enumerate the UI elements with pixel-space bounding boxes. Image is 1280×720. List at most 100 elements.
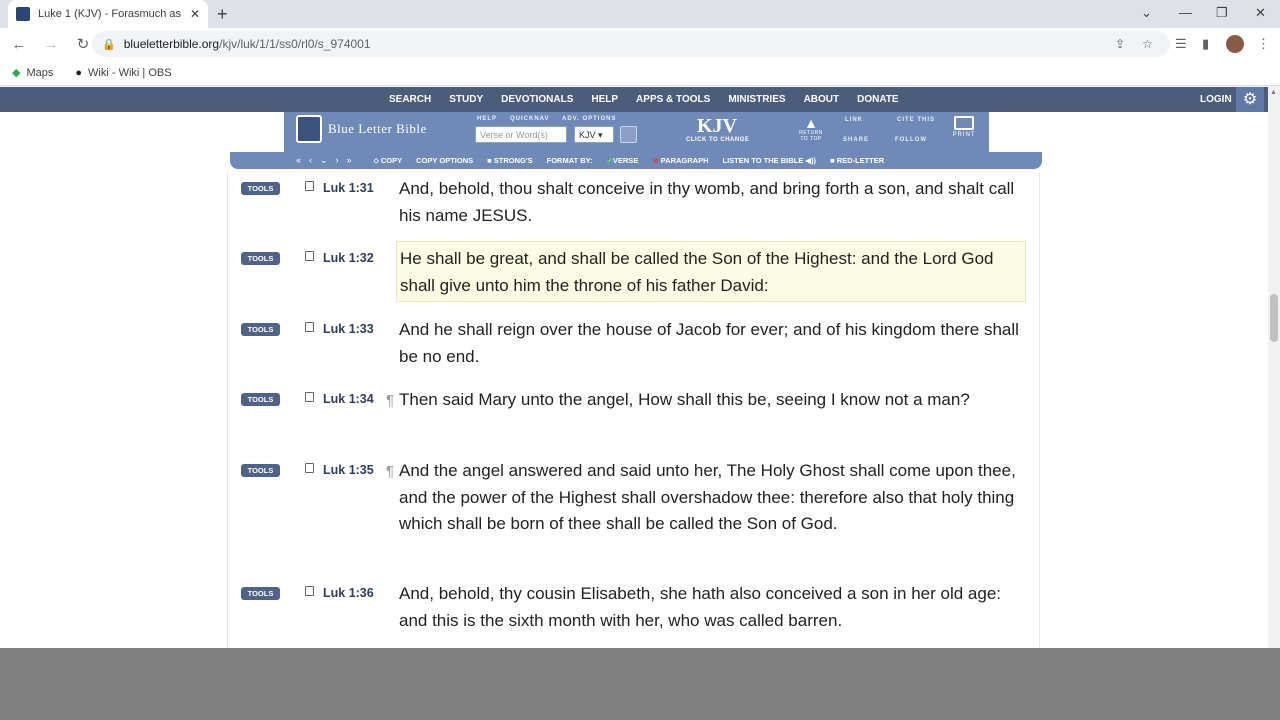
bookmark-wiki[interactable]: ● Wiki - Wiki | OBS — [75, 67, 171, 79]
return-to-top-label: RETURN TO TOP — [799, 130, 823, 142]
verse-reference[interactable]: Luk 1:33 — [323, 322, 374, 336]
menu-help[interactable]: HELP — [591, 94, 618, 105]
minimize-icon[interactable]: — — [1179, 5, 1192, 20]
bible-book-icon — [296, 115, 322, 143]
version-select-value: KJV — [579, 130, 596, 140]
browser-toolbar: ← → ↻ 🔒 blueletterbible.org/kjv/luk/1/1/… — [0, 28, 1280, 60]
profile-avatar[interactable] — [1226, 35, 1244, 53]
verse-reference[interactable]: Luk 1:31 — [323, 181, 374, 195]
format-verse-option[interactable]: ✔VERSE — [607, 156, 639, 165]
browser-tab[interactable]: Luke 1 (KJV) - Forasmuch as many ✕ — [8, 0, 208, 28]
share-button[interactable]: SHARE — [843, 137, 869, 143]
version-title[interactable]: KJV — [697, 115, 737, 138]
menu-ministries[interactable]: MINISTRIES — [728, 94, 785, 105]
copy-verse-icon[interactable] — [305, 181, 314, 191]
copy-options-button[interactable]: COPY OPTIONS — [416, 156, 473, 165]
not-selected-icon: ⊘ — [652, 156, 659, 165]
copy-button[interactable]: ⬦ COPY — [374, 156, 403, 166]
verse-reference[interactable]: Luk 1:32 — [323, 251, 374, 265]
copy-label: COPY — [380, 155, 403, 165]
up-arrow-icon: ▲ — [804, 115, 818, 131]
copy-verse-icon[interactable] — [305, 463, 314, 473]
share-page-icon[interactable]: ⇪ — [1115, 37, 1125, 51]
logo-text: Blue Letter Bible — [328, 121, 427, 136]
side-panel-icon[interactable]: ▮ — [1202, 36, 1209, 52]
forward-icon[interactable]: → — [38, 36, 64, 53]
chapter-nav-arrows[interactable]: «‹⌄›» — [296, 155, 360, 166]
menu-about[interactable]: ABOUT — [804, 94, 840, 105]
tab-strip: Luke 1 (KJV) - Forasmuch as many ✕ + ⌄ —… — [0, 0, 1280, 28]
tools-button[interactable]: TOOLS — [241, 252, 280, 265]
close-window-icon[interactable]: ✕ — [1255, 5, 1266, 21]
menu-apps-tools[interactable]: APPS & TOOLS — [636, 94, 710, 105]
cite-this-button[interactable]: CITE THIS — [897, 117, 935, 123]
adv-options-link[interactable]: ADV. OPTIONS — [562, 116, 616, 122]
pilcrow-icon: ¶ — [386, 392, 395, 409]
lock-icon[interactable]: 🔒 — [102, 38, 116, 51]
address-bar[interactable]: 🔒 blueletterbible.org/kjv/luk/1/1/ss0/rl… — [92, 31, 1170, 57]
menu-devotionals[interactable]: DEVOTIONALS — [501, 94, 573, 105]
copy-verse-icon[interactable] — [305, 322, 314, 332]
menu-search[interactable]: SEARCH — [389, 94, 431, 105]
bookmark-label: Wiki - Wiki | OBS — [88, 66, 172, 79]
settings-gear-icon[interactable]: ⚙ — [1236, 87, 1264, 112]
format-paragraph-option[interactable]: ⊘ PARAGRAPH — [652, 156, 708, 165]
url-text: blueletterbible.org/kjv/luk/1/1/ss0/rl0/… — [124, 37, 371, 51]
verse-text: And, behold, thou shalt conceive in thy … — [399, 179, 1015, 225]
menu-donate[interactable]: DONATE — [857, 94, 898, 105]
listen-label: LISTEN TO THE BIBLE — [722, 156, 804, 165]
copy-verse-icon[interactable] — [305, 586, 314, 596]
tools-button[interactable]: TOOLS — [241, 323, 280, 336]
back-icon[interactable]: ← — [6, 36, 32, 53]
maximize-icon[interactable]: ❐ — [1216, 5, 1228, 21]
menu-kebab-icon[interactable]: ⋮ — [1257, 36, 1270, 52]
link-button[interactable]: LINK — [845, 117, 863, 123]
wiki-icon: ● — [75, 66, 83, 79]
strongs-toggle[interactable]: ■ STRONG'S — [487, 156, 533, 165]
tools-button[interactable]: TOOLS — [241, 182, 280, 195]
verse-reference[interactable]: Luk 1:35 — [323, 463, 374, 477]
blb-main-menu: SEARCH STUDY DEVOTIONALS HELP APPS & TOO… — [380, 87, 908, 112]
return-to-top-button[interactable]: ▲ RETURN TO TOP — [797, 116, 825, 142]
strongs-label: STRONG'S — [493, 156, 533, 165]
tools-button[interactable]: TOOLS — [241, 393, 280, 406]
verse-format-label: VERSE — [612, 156, 639, 165]
blb-logo[interactable]: Blue Letter Bible — [296, 115, 427, 143]
verse-text: And, behold, thy cousin Elisabeth, she h… — [399, 584, 1002, 630]
red-letter-toggle[interactable]: ■ RED-LETTER — [830, 156, 884, 165]
verse-search-input[interactable]: Verse or Word(s) — [475, 126, 567, 143]
tools-button[interactable]: TOOLS — [241, 464, 280, 477]
print-button[interactable]: PRINT — [946, 116, 982, 138]
bookmark-maps[interactable]: ◆ Maps — [12, 66, 54, 80]
search-go-button[interactable] — [620, 126, 637, 143]
url-domain: blueletterbible.org — [123, 37, 220, 51]
blb-top-nav: SEARCH STUDY DEVOTIONALS HELP APPS & TOO… — [0, 87, 1268, 112]
version-select[interactable]: KJV ▾ — [574, 126, 614, 143]
login-link[interactable]: LOGIN — [1200, 94, 1232, 105]
verse-reference[interactable]: Luk 1:36 — [323, 586, 374, 600]
scroll-up-icon[interactable]: ▲ — [1270, 89, 1277, 96]
listen-button[interactable]: LISTEN TO THE BIBLE ◀)) — [723, 156, 817, 165]
verse-text: And the angel answered and said unto her… — [399, 461, 1016, 533]
bookmark-label: Maps — [26, 66, 54, 79]
scrollbar-thumb[interactable] — [1270, 294, 1278, 342]
quicknav-link[interactable]: QUICKNAV — [510, 116, 550, 122]
version-change-hint[interactable]: CLICK TO CHANGE — [686, 137, 749, 143]
verse-text: Then said Mary unto the angel, How shall… — [399, 390, 970, 409]
copy-verse-icon[interactable] — [305, 251, 314, 261]
new-tab-icon[interactable]: + — [217, 4, 228, 25]
verse-reference[interactable]: Luk 1:34 — [323, 392, 374, 406]
close-tab-icon[interactable]: ✕ — [190, 7, 200, 21]
reading-list-icon[interactable]: ☰ — [1175, 36, 1187, 52]
tab-search-icon[interactable]: ⌄ — [1141, 5, 1152, 21]
maps-icon: ◆ — [12, 67, 21, 79]
search-help-link[interactable]: HELP — [477, 116, 497, 122]
bookmark-star-icon[interactable]: ☆ — [1142, 37, 1153, 51]
verse-list: TOOLS Luk 1:31 And, behold, thou shalt c… — [227, 172, 1040, 648]
print-label: PRINT — [952, 132, 976, 138]
copy-verse-icon[interactable] — [305, 392, 314, 402]
page-scrollbar[interactable]: ▲ — [1268, 87, 1280, 648]
tools-button[interactable]: TOOLS — [241, 587, 280, 600]
menu-study[interactable]: STUDY — [449, 94, 483, 105]
follow-button[interactable]: FOLLOW — [895, 137, 927, 143]
